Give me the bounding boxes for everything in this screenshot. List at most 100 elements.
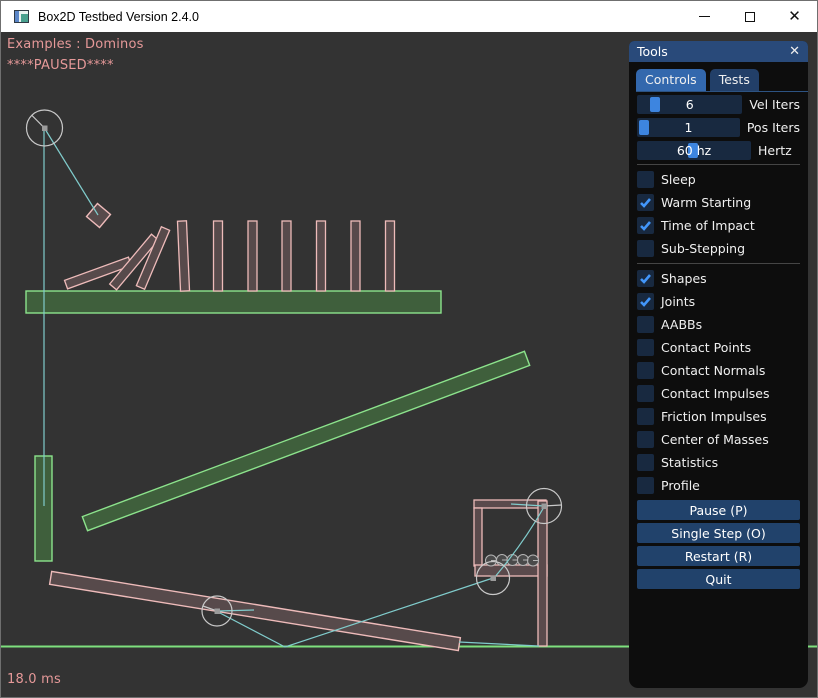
swinging-square[interactable] (87, 204, 111, 228)
tab-tests[interactable]: Tests (710, 69, 759, 91)
close-icon: ✕ (788, 9, 801, 24)
app-icon (14, 10, 29, 23)
checkbox-box[interactable] (637, 240, 654, 257)
checkbox-contact-impulses[interactable]: Contact Impulses (637, 385, 800, 402)
domino-5[interactable] (317, 221, 326, 291)
frame-shelf[interactable] (475, 565, 547, 576)
checkbox-label: Center of Masses (661, 432, 769, 447)
domino-platform (26, 291, 441, 313)
frame-top-bar[interactable] (474, 500, 546, 508)
seesaw-plank[interactable] (50, 571, 461, 650)
checkmark-icon (638, 195, 653, 210)
domino-2[interactable] (214, 221, 223, 291)
checkbox-box[interactable] (637, 408, 654, 425)
separator (637, 263, 800, 264)
seesaw-center-marker (215, 609, 221, 615)
vel-iters-slider[interactable]: 6 Vel Iters (637, 95, 800, 114)
checkbox-joints[interactable]: Joints (637, 293, 800, 310)
separator (637, 164, 800, 165)
checkbox-label: AABBs (661, 317, 702, 332)
checkbox-label: Joints (661, 294, 695, 309)
maximize-button[interactable] (727, 1, 772, 32)
tools-panel-titlebar[interactable]: Tools ✕ (629, 41, 808, 62)
checkbox-time-of-impact[interactable]: Time of Impact (637, 217, 800, 234)
checkbox-label: Time of Impact (661, 218, 755, 233)
window-title: Box2D Testbed Version 2.4.0 (38, 10, 199, 24)
tools-panel: Tools ✕ Controls Tests 6 Vel Iters 1 P (629, 41, 808, 688)
domino-1[interactable] (177, 221, 189, 291)
domino-7[interactable] (386, 221, 395, 291)
checkbox-label: Sleep (661, 172, 696, 187)
checkbox-box[interactable] (637, 454, 654, 471)
vel-iters-value: 6 (637, 95, 742, 114)
checkbox-box[interactable] (637, 362, 654, 379)
long-ramp[interactable] (82, 351, 529, 530)
hertz-slider[interactable]: 60 hz Hertz (637, 141, 800, 160)
pendulum-joint-line (45, 129, 98, 215)
hertz-value: 60 hz (637, 141, 751, 160)
app-window: Examples : Dominos ****PAUSED**** 18.0 m… (0, 0, 818, 698)
minimize-icon (699, 16, 710, 17)
pulley-center-marker (542, 504, 548, 510)
checkbox-box[interactable] (637, 293, 654, 310)
checkbox-box[interactable] (637, 194, 654, 211)
close-button[interactable]: ✕ (772, 1, 817, 32)
checkbox-label: Warm Starting (661, 195, 751, 210)
checkbox-label: Contact Normals (661, 363, 765, 378)
vel-iters-track[interactable]: 6 (637, 95, 742, 114)
domino-4[interactable] (282, 221, 291, 291)
checkbox-label: Shapes (661, 271, 707, 286)
tools-panel-title: Tools (637, 44, 668, 59)
pos-iters-slider[interactable]: 1 Pos Iters (637, 118, 800, 137)
minimize-button[interactable] (682, 1, 727, 32)
tab-bar: Controls Tests (636, 69, 808, 92)
tab-controls[interactable]: Controls (636, 69, 706, 91)
quit-button[interactable]: Quit (637, 569, 800, 589)
checkbox-label: Statistics (661, 455, 718, 470)
pause-button[interactable]: Pause (P) (637, 500, 800, 520)
checkbox-shapes[interactable]: Shapes (637, 270, 800, 287)
checkbox-friction-impulses[interactable]: Friction Impulses (637, 408, 800, 425)
ground-joint-line (459, 642, 539, 646)
pos-iters-track[interactable]: 1 (637, 118, 740, 137)
tools-close-icon[interactable]: ✕ (789, 45, 800, 58)
checkbox-profile[interactable]: Profile (637, 477, 800, 494)
checkmark-icon (638, 271, 653, 286)
hertz-track[interactable]: 60 hz (637, 141, 751, 160)
example-label: Examples : Dominos (7, 37, 144, 52)
checkbox-label: Friction Impulses (661, 409, 767, 424)
pendulum-center-marker (42, 126, 48, 132)
checkbox-label: Contact Impulses (661, 386, 770, 401)
domino-6[interactable] (351, 221, 360, 291)
checkbox-contact-normals[interactable]: Contact Normals (637, 362, 800, 379)
checkbox-box[interactable] (637, 477, 654, 494)
checkbox-label: Profile (661, 478, 700, 493)
checkbox-box[interactable] (637, 339, 654, 356)
hertz-label: Hertz (758, 143, 792, 158)
paused-label: ****PAUSED**** (7, 58, 114, 73)
restart-button[interactable]: Restart (R) (637, 546, 800, 566)
checkbox-center-of-masses[interactable]: Center of Masses (637, 431, 800, 448)
frame-left-bar[interactable] (474, 508, 482, 566)
checkbox-box[interactable] (637, 270, 654, 287)
checkbox-warm-starting[interactable]: Warm Starting (637, 194, 800, 211)
checkbox-aabbs[interactable]: AABBs (637, 316, 800, 333)
window-titlebar: Box2D Testbed Version 2.4.0 ✕ (1, 1, 817, 32)
domino-3[interactable] (248, 221, 257, 291)
checkbox-contact-points[interactable]: Contact Points (637, 339, 800, 356)
checkbox-label: Sub-Stepping (661, 241, 745, 256)
checkbox-box[interactable] (637, 171, 654, 188)
checkbox-statistics[interactable]: Statistics (637, 454, 800, 471)
checkbox-box[interactable] (637, 217, 654, 234)
checkbox-sub-stepping[interactable]: Sub-Stepping (637, 240, 800, 257)
single-step-button[interactable]: Single Step (O) (637, 523, 800, 543)
checkbox-box[interactable] (637, 431, 654, 448)
frame-time-label: 18.0 ms (7, 672, 61, 687)
checkmark-icon (638, 218, 653, 233)
maximize-icon (745, 12, 755, 22)
checkbox-box[interactable] (637, 316, 654, 333)
pos-iters-value: 1 (637, 118, 740, 137)
checkbox-sleep[interactable]: Sleep (637, 171, 800, 188)
checkbox-box[interactable] (637, 385, 654, 402)
vel-iters-label: Vel Iters (749, 97, 800, 112)
